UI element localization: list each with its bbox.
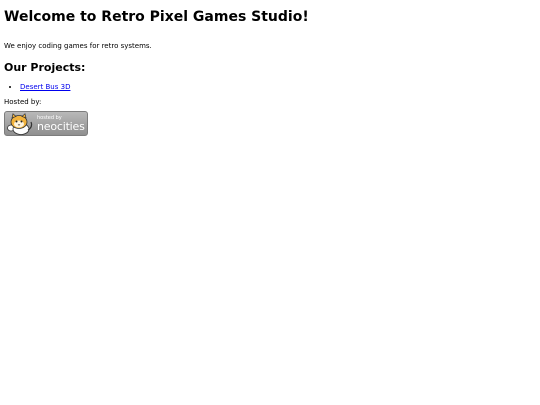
page: Welcome to Retro Pixel Games Studio! We … [0, 0, 540, 405]
hosted-by-label: Hosted by: [4, 98, 42, 106]
project-list: Desert Bus 3D [4, 82, 540, 92]
page-title: Welcome to Retro Pixel Games Studio! [4, 9, 309, 25]
neocities-badge-link[interactable]: hosted by neocities [4, 111, 88, 136]
projects-heading: Our Projects: [4, 61, 86, 74]
list-item: Desert Bus 3D [20, 82, 540, 92]
badge-brand-text: neocities [37, 120, 85, 133]
neocities-cat-icon [7, 113, 33, 135]
project-link-desert-bus-3d[interactable]: Desert Bus 3D [20, 83, 70, 91]
intro-text: We enjoy coding games for retro systems. [4, 42, 152, 50]
